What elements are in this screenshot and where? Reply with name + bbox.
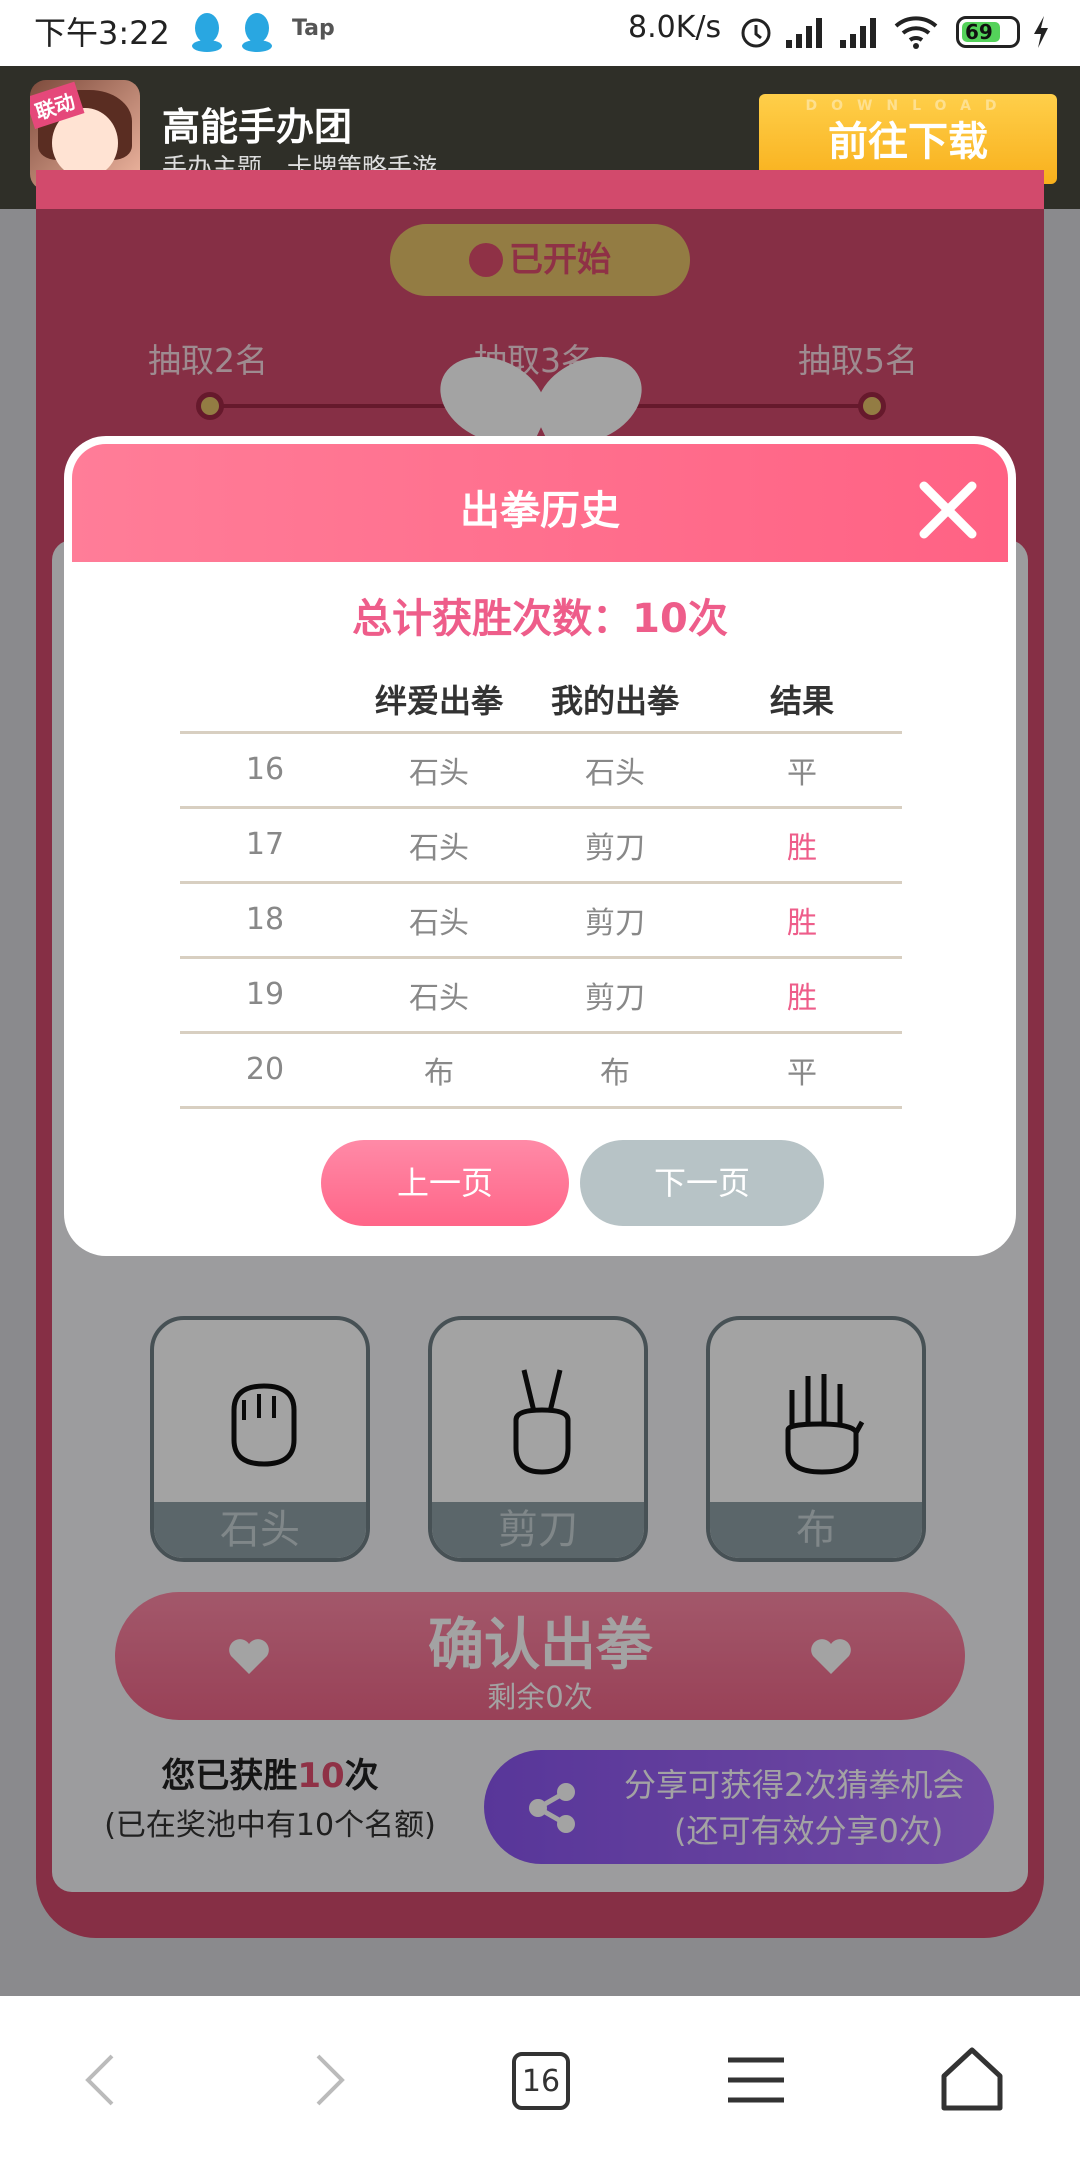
result: 胜 [702,882,902,959]
battery-level: 69 [965,20,993,44]
round-number: 19 [180,957,350,1034]
history-modal: 出拳历史 总计获胜次数：10次 绊爱出拳 我的出拳 结果 16 石头 石头 平 … [64,436,1016,1256]
round-number: 18 [180,882,350,959]
table-row: 16 石头 石头 平 [180,732,902,809]
prev-page-button[interactable]: 上一页 [321,1140,569,1226]
result: 平 [702,1032,902,1109]
qq-icon [192,13,222,52]
qq-icon [242,13,272,52]
result: 平 [702,732,902,809]
next-page-button[interactable]: 下一页 [580,1140,824,1226]
modal-title: 出拳历史 [460,488,620,534]
modal-header: 出拳历史 [72,444,1008,562]
home-icon[interactable] [932,2040,1012,2120]
table-row: 19 石头 剪刀 胜 [180,957,902,1034]
table-row: 18 石头 剪刀 胜 [180,882,902,959]
col-opponent: 绊爱出拳 [350,668,528,734]
round-number: 20 [180,1032,350,1109]
opponent-move: 石头 [350,882,528,959]
close-icon[interactable] [916,478,980,542]
battery-icon: 69 [956,16,1020,48]
round-number: 17 [180,807,350,884]
opponent-move: 石头 [350,957,528,1034]
col-round [180,668,350,734]
history-table: 绊爱出拳 我的出拳 结果 16 石头 石头 平 17 石头 剪刀 胜 18 石头… [180,668,902,1109]
my-move: 剪刀 [528,882,702,959]
result: 胜 [702,957,902,1034]
my-move: 剪刀 [528,807,702,884]
status-time: 下午3:22 [34,14,170,52]
download-label: 前往下载 [828,119,988,165]
opponent-move: 石头 [350,732,528,809]
total-wins: 总计获胜次数：10次 [352,596,728,642]
ad-title: 高能手办团 [162,105,353,149]
result: 胜 [702,807,902,884]
menu-icon[interactable] [716,2040,796,2120]
status-bar: 下午3:22 Tap 8.0K/s 69 [0,0,1080,66]
tabs-button[interactable]: 16 [512,2052,570,2110]
tap-notification: Tap [292,16,335,41]
col-mine: 我的出拳 [528,668,702,734]
back-icon[interactable] [64,2040,144,2120]
alarm-icon [741,18,771,48]
round-number: 16 [180,732,350,809]
table-row: 20 布 布 平 [180,1032,902,1109]
table-header-row: 绊爱出拳 我的出拳 结果 [180,668,902,734]
opponent-move: 布 [350,1032,528,1109]
download-watermark: DOWNLOAD [805,98,1011,114]
table-row: 17 石头 剪刀 胜 [180,807,902,884]
my-move: 布 [528,1032,702,1109]
my-move: 剪刀 [528,957,702,1034]
signal-icon [786,18,822,48]
opponent-move: 石头 [350,807,528,884]
browser-nav-bar: 16 [0,1996,1080,2160]
signal-hd-icon [840,18,876,48]
col-result: 结果 [702,668,902,734]
charging-icon [1034,16,1048,48]
my-move: 石头 [528,732,702,809]
forward-icon[interactable] [286,2040,366,2120]
wifi-icon [894,16,938,49]
network-speed: 8.0K/s [628,10,722,45]
